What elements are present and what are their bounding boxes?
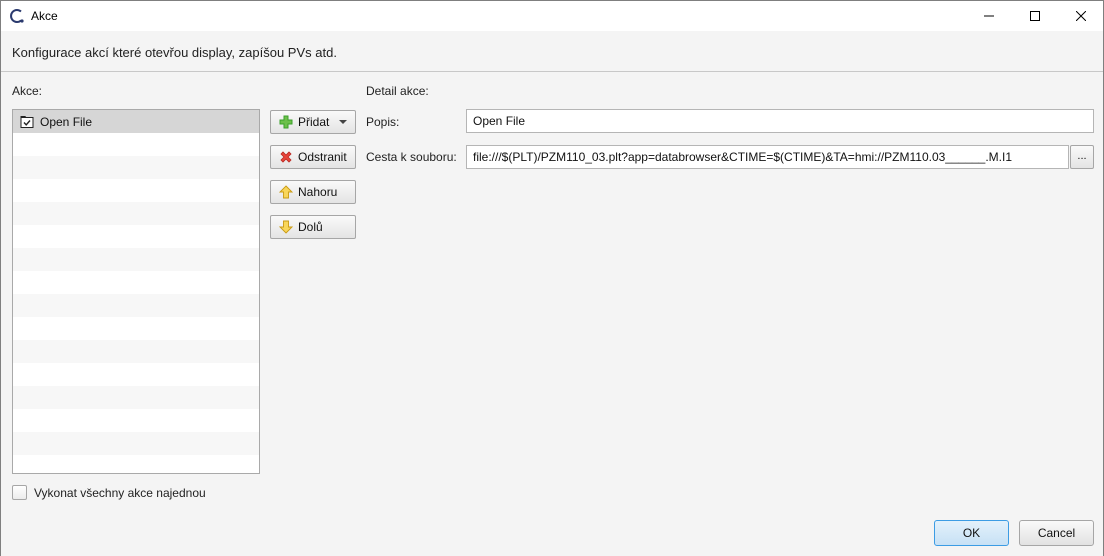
list-row-empty	[13, 455, 259, 473]
list-row-empty	[13, 294, 259, 317]
remove-button-label: Odstranit	[298, 150, 347, 164]
close-icon	[1076, 11, 1086, 21]
list-row-empty	[13, 340, 259, 363]
arrow-down-icon	[278, 220, 294, 234]
description-label: Popis:	[366, 115, 400, 129]
list-row-empty	[13, 363, 259, 386]
dialog-window: Akce Konfigurace akcí které otevřou disp…	[0, 0, 1104, 556]
header-band: Konfigurace akcí které otevřou display, …	[1, 31, 1103, 72]
move-up-button[interactable]: Nahoru	[270, 180, 356, 204]
execute-all-checkbox[interactable]	[12, 485, 27, 500]
add-button-label: Přidat	[298, 115, 330, 129]
close-button[interactable]	[1058, 1, 1104, 31]
open-file-icon	[20, 115, 34, 129]
list-row-empty	[13, 386, 259, 409]
description-input[interactable]: Open File	[466, 109, 1094, 133]
title-bar[interactable]: Akce	[1, 1, 1103, 31]
path-label: Cesta k souboru:	[366, 150, 457, 164]
move-down-button[interactable]: Dolů	[270, 215, 356, 239]
dialog-content: Akce: Open File Přidat Odstranit Nahoru …	[1, 72, 1103, 556]
minimize-button[interactable]	[966, 1, 1012, 31]
delete-icon	[279, 150, 293, 164]
list-row-empty	[13, 202, 259, 225]
app-icon	[9, 8, 25, 24]
list-item-label: Open File	[40, 114, 93, 129]
list-row-empty	[13, 133, 259, 156]
list-row-empty	[13, 271, 259, 294]
list-item[interactable]: Open File	[13, 110, 259, 133]
list-row-empty	[13, 248, 259, 271]
list-row-empty	[13, 225, 259, 248]
dialog-description: Konfigurace akcí které otevřou display, …	[12, 45, 337, 60]
cancel-button[interactable]: Cancel	[1019, 520, 1094, 546]
remove-button[interactable]: Odstranit	[270, 145, 356, 169]
actions-label: Akce:	[12, 84, 43, 98]
list-row-empty	[13, 317, 259, 340]
plus-icon	[279, 115, 293, 129]
arrow-up-icon	[278, 185, 294, 199]
move-up-button-label: Nahoru	[298, 185, 338, 199]
list-row-empty	[13, 179, 259, 202]
execute-all-label: Vykonat všechny akce najednou	[34, 486, 206, 500]
ok-button[interactable]: OK	[934, 520, 1009, 546]
chevron-down-icon	[339, 120, 348, 124]
actions-list[interactable]: Open File	[12, 109, 260, 474]
move-down-button-label: Dolů	[298, 220, 323, 234]
path-input[interactable]: file:///$(PLT)/PZM110_03.plt?app=databro…	[466, 145, 1069, 169]
maximize-icon	[1030, 11, 1040, 21]
list-row-empty	[13, 156, 259, 179]
maximize-button[interactable]	[1012, 1, 1058, 31]
list-row-empty	[13, 432, 259, 455]
detail-label: Detail akce:	[366, 84, 429, 98]
window-title: Akce	[31, 9, 58, 23]
list-row-empty	[13, 409, 259, 432]
minimize-icon	[984, 15, 994, 17]
browse-button[interactable]: ...	[1070, 145, 1094, 169]
add-button[interactable]: Přidat	[270, 110, 356, 134]
